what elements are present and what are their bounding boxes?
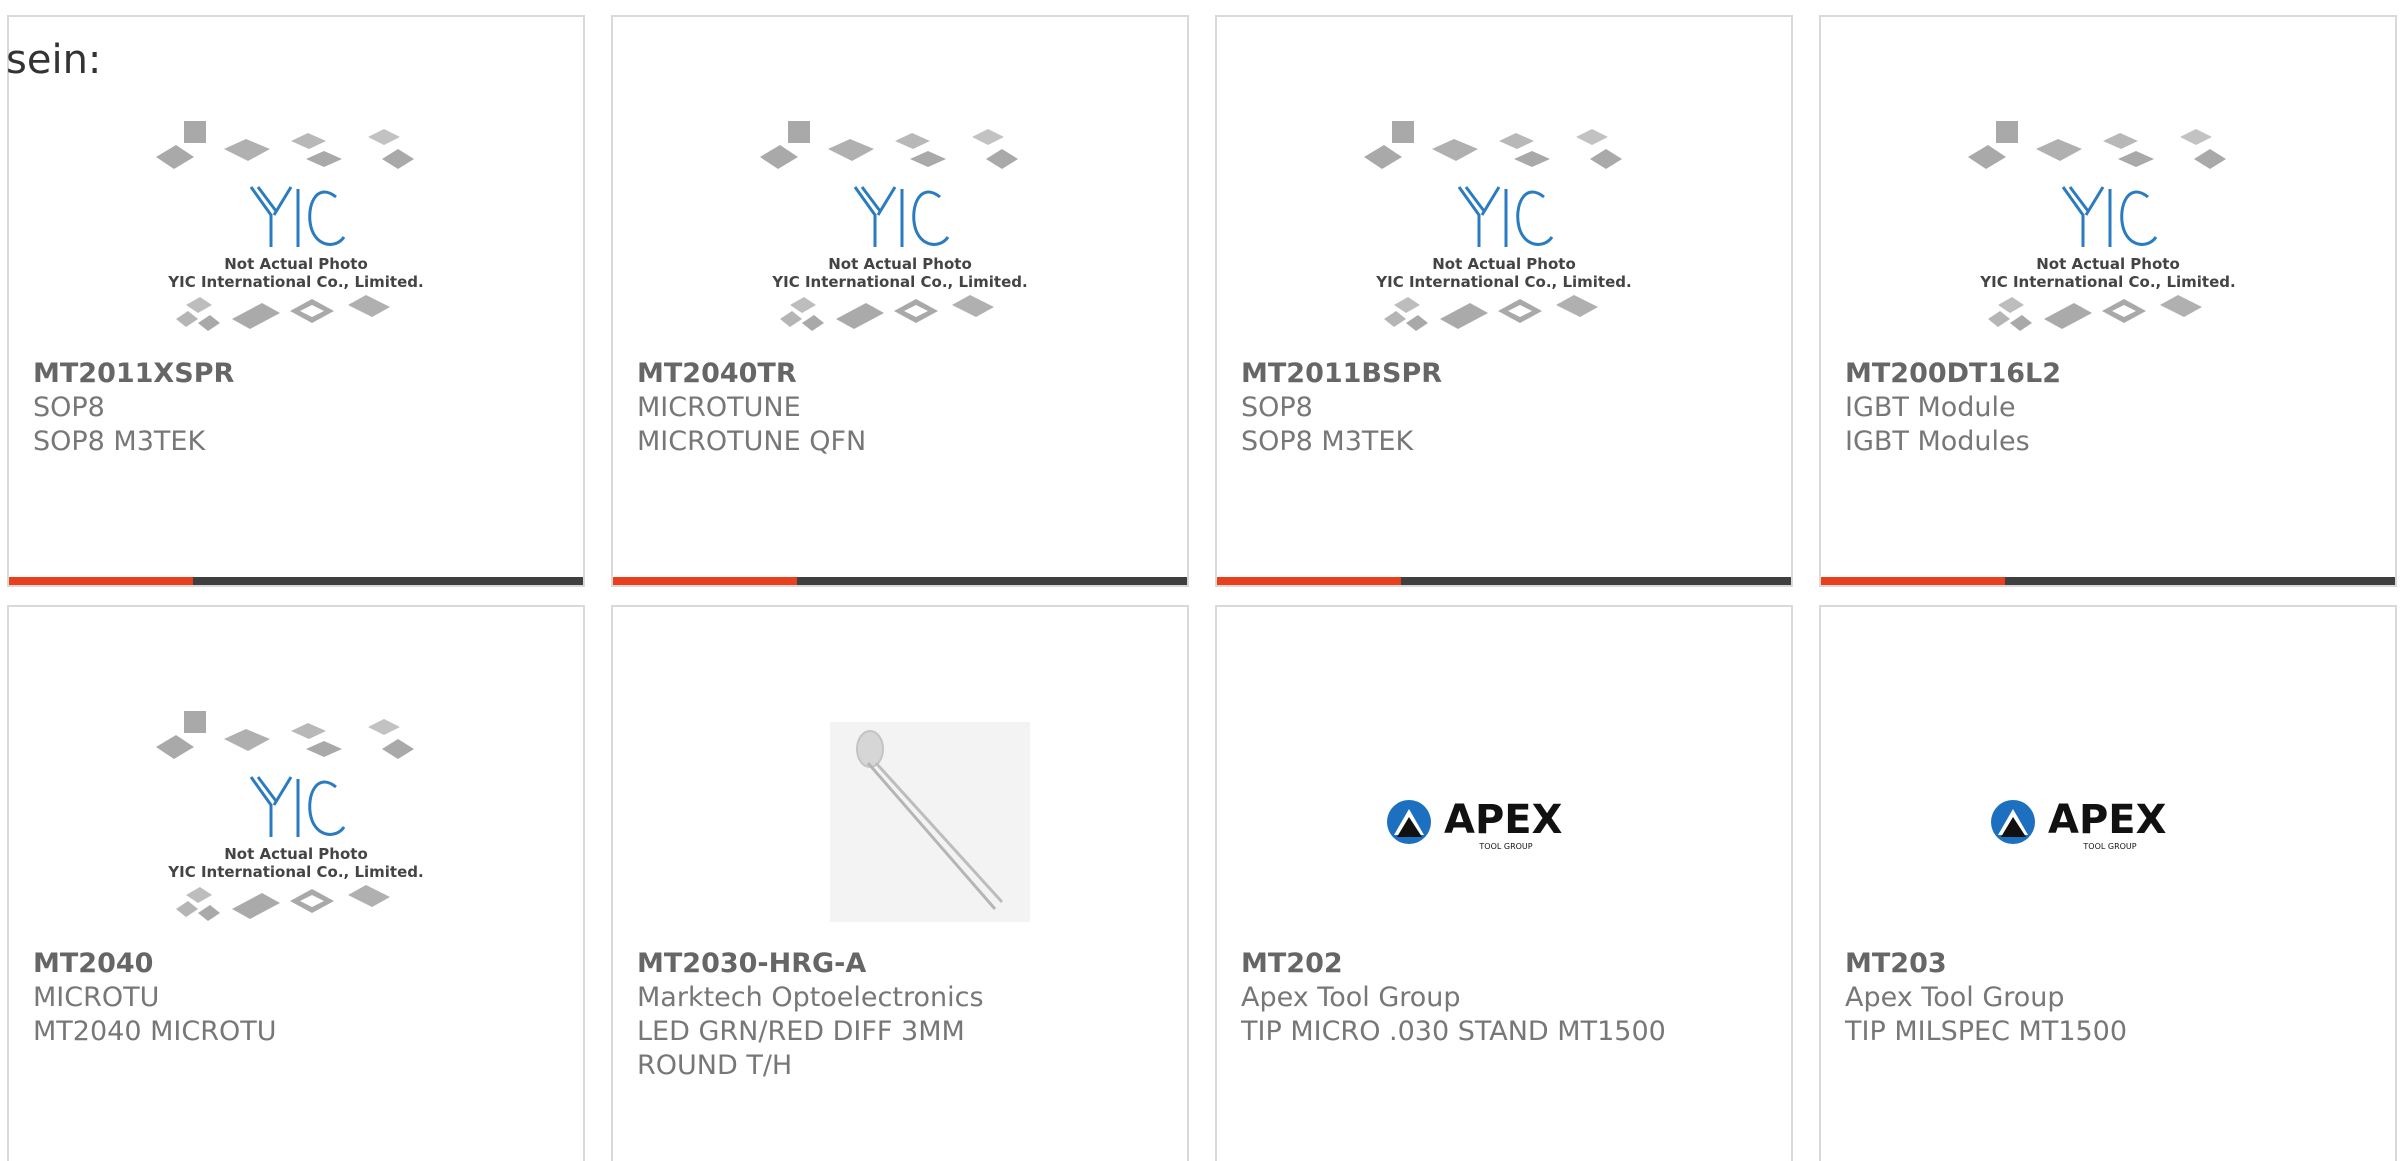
product-description: TIP MILSPEC MT1500 (1845, 1016, 2128, 1047)
lead-text: sein: (6, 37, 102, 83)
yic-placeholder-image: Not Actual Photo YIC International Co., … (156, 121, 424, 331)
part-number[interactable]: MT2011XSPR (33, 357, 559, 391)
apex-logo-text: APEX (1444, 797, 1563, 843)
product-card[interactable]: APEX TOOL GROUP MT203 Apex Tool Group TI… (1819, 605, 2397, 1161)
product-card[interactable]: Not Actual Photo YIC International Co., … (611, 15, 1189, 587)
product-package: IGBT Module (1845, 392, 2016, 423)
part-number[interactable]: MT200DT16L2 (1845, 357, 2371, 391)
progress-fill (9, 577, 193, 585)
progress-fill (1217, 577, 1401, 585)
product-image-placeholder[interactable]: Not Actual Photo YIC International Co., … (750, 97, 1050, 367)
part-number[interactable]: MT202 (1241, 947, 1767, 981)
progress-fill (613, 577, 797, 585)
yic-company-text: YIC International Co., Limited. (771, 273, 1027, 291)
not-actual-photo-text: Not Actual Photo (1432, 255, 1576, 273)
apex-logo: APEX TOOL GROUP (1387, 797, 1563, 851)
product-image-placeholder[interactable]: Not Actual Photo YIC International Co., … (1958, 97, 2258, 367)
product-manufacturer: Apex Tool Group (1845, 982, 2065, 1013)
product-description: MT2040 MICROTU (33, 1016, 277, 1047)
yic-placeholder-image: Not Actual Photo YIC International Co., … (156, 711, 424, 921)
product-card[interactable]: Not Actual Photo YIC International Co., … (7, 605, 585, 1161)
product-package: MICROTUNE (637, 392, 801, 423)
apex-logo-subtext: TOOL GROUP (1478, 842, 1532, 851)
yic-company-text: YIC International Co., Limited. (1375, 273, 1631, 291)
product-card[interactable]: MT2030-HRG-A Marktech Optoelectronics LE… (611, 605, 1189, 1161)
yic-company-text: YIC International Co., Limited. (1979, 273, 2235, 291)
yic-company-text: YIC International Co., Limited. (167, 863, 423, 881)
part-number[interactable]: MT2011BSPR (1241, 357, 1767, 391)
product-description: IGBT Modules (1845, 426, 2030, 457)
yic-company-text: YIC International Co., Limited. (167, 273, 423, 291)
not-actual-photo-text: Not Actual Photo (2036, 255, 2180, 273)
product-package: MICROTU (33, 982, 160, 1013)
yic-placeholder-image: Not Actual Photo YIC International Co., … (1968, 121, 2236, 331)
product-image-placeholder[interactable]: Not Actual Photo YIC International Co., … (146, 97, 446, 367)
product-image-placeholder[interactable]: Not Actual Photo YIC International Co., … (146, 687, 446, 957)
product-image-placeholder[interactable]: Not Actual Photo YIC International Co., … (1354, 97, 1654, 367)
product-description: MICROTUNE QFN (637, 426, 867, 457)
product-card[interactable]: Not Actual Photo YIC International Co., … (1819, 15, 2397, 587)
not-actual-photo-text: Not Actual Photo (224, 845, 368, 863)
progress-fill (1821, 577, 2005, 585)
product-description: TIP MICRO .030 STAND MT1500 (1241, 1016, 1666, 1047)
product-manufacturer: Apex Tool Group (1241, 982, 1461, 1013)
apex-logo-image[interactable]: APEX TOOL GROUP (1354, 687, 1654, 957)
product-package: SOP8 (1241, 392, 1313, 423)
apex-logo-image[interactable]: APEX TOOL GROUP (1958, 687, 2258, 957)
progress-bar (613, 577, 1187, 585)
progress-bar (1217, 577, 1791, 585)
apex-logo: APEX TOOL GROUP (1991, 797, 2167, 851)
product-card[interactable]: APEX TOOL GROUP MT202 Apex Tool Group TI… (1215, 605, 1793, 1161)
product-manufacturer: Marktech Optoelectronics (637, 982, 984, 1013)
product-card[interactable]: Not Actual Photo YIC International Co., … (1215, 15, 1793, 587)
apex-logo-subtext: TOOL GROUP (2082, 842, 2136, 851)
product-description: LED GRN/RED DIFF 3MM ROUND T/H (637, 1016, 965, 1081)
part-number[interactable]: MT2040 (33, 947, 559, 981)
not-actual-photo-text: Not Actual Photo (224, 255, 368, 273)
product-package: SOP8 (33, 392, 105, 423)
yic-placeholder-image: Not Actual Photo YIC International Co., … (760, 121, 1028, 331)
product-description: SOP8 M3TEK (33, 426, 206, 457)
yic-placeholder-image: Not Actual Photo YIC International Co., … (1364, 121, 1632, 331)
part-number[interactable]: MT2040TR (637, 357, 1163, 391)
apex-logo-text: APEX (2048, 797, 2167, 843)
progress-bar (1821, 577, 2395, 585)
led-photo (830, 722, 1030, 922)
product-card[interactable]: Not Actual Photo YIC International Co., … (7, 15, 585, 587)
progress-bar (9, 577, 583, 585)
not-actual-photo-text: Not Actual Photo (828, 255, 972, 273)
part-number[interactable]: MT2030-HRG-A (637, 947, 1163, 981)
product-description: SOP8 M3TEK (1241, 426, 1414, 457)
product-grid-page: sein: Not Actual Photo YIC International… (0, 0, 2400, 1161)
part-number[interactable]: MT203 (1845, 947, 2371, 981)
led-product-image[interactable] (750, 687, 1050, 957)
